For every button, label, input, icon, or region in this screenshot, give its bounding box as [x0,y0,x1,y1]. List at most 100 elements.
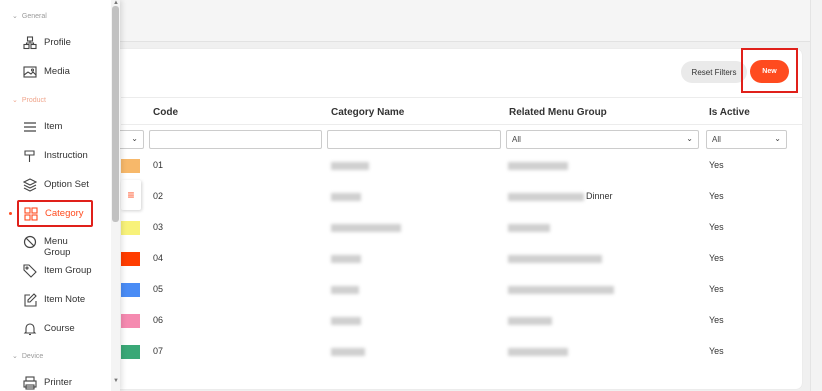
chevron-down-icon: ⌄ [774,134,781,143]
instruction-icon [24,150,35,162]
sidebar: ▲ ▼ ⌄ General Profile Media ⌄ Product Item… [0,0,120,391]
chevron-down-icon: ⌄ [12,13,18,20]
section-label: General [21,13,47,20]
image-icon [23,66,37,78]
column-header-is-active[interactable]: Is Active [709,107,750,118]
section-label: Device [21,353,44,360]
printer-icon [23,376,37,390]
blurred-text [331,224,401,232]
active-cell: Yes [709,253,724,263]
sidebar-item-label: Profile [44,37,71,48]
sidebar-item-printer[interactable]: Printer [17,370,93,391]
color-swatch [121,345,140,359]
code-cell: 03 [153,222,164,232]
table-row[interactable]: 02 Dinner Yes [121,182,802,213]
section-label: Product [21,97,46,104]
color-swatch [121,159,140,173]
sidebar-item-label: Course [44,323,75,334]
sidebar-item-label: Category [45,208,84,219]
sidebar-item-menu-group[interactable]: Menu Group [17,229,93,258]
code-filter-input[interactable] [149,130,322,149]
blurred-text [331,286,359,294]
sidebar-section-product[interactable]: ⌄ Product [12,96,46,104]
active-cell: Yes [709,160,724,170]
active-cell: Yes [709,191,724,201]
sidebar-item-course[interactable]: Course [17,316,93,342]
sidebar-item-item-group[interactable]: Item Group [17,258,93,284]
sidebar-item-label: Media [44,66,70,77]
chevron-down-icon: ⌄ [12,353,18,360]
sidebar-item-label: Item [44,121,63,132]
sidebar-item-label: Item Group [44,265,92,276]
sidebar-section-general[interactable]: ⌄ General [12,12,47,20]
menu-group-filter-select[interactable]: All ⌄ [506,130,699,149]
sidebar-item-instruction[interactable]: Instruction [17,143,93,169]
blurred-text [331,348,365,356]
page-scrollbar[interactable] [810,0,822,391]
tag-icon [23,264,37,278]
grid-icon [24,207,38,221]
sidebar-item-option-set[interactable]: Option Set [17,172,93,198]
code-cell: 07 [153,346,164,356]
sidebar-scrollbar-thumb[interactable] [112,6,119,222]
table-row[interactable]: 01 Yes [121,151,802,182]
sidebar-section-device[interactable]: ⌄ Device [12,352,43,360]
header-divider [121,124,802,125]
is-active-filter-select[interactable]: All ⌄ [706,130,787,149]
sidebar-item-item-note[interactable]: Item Note [17,287,93,313]
blurred-text [508,348,568,356]
code-cell: 06 [153,315,164,325]
active-cell: Yes [709,315,724,325]
sidebar-item-category[interactable]: Category [17,200,93,227]
sidebar-item-profile[interactable]: Profile [17,30,93,56]
blurred-text [331,193,361,201]
column-header-category-name[interactable]: Category Name [331,107,404,118]
chevron-down-icon: ⌄ [12,97,18,104]
code-cell: 01 [153,160,164,170]
table-row[interactable]: 05 Yes [121,275,802,306]
list-icon [24,122,36,132]
sidebar-item-label: Item Note [44,294,86,305]
blurred-text [331,162,369,170]
column-header-code[interactable]: Code [153,107,178,118]
blurred-text [508,255,602,263]
color-swatch [121,314,140,328]
blurred-text [331,255,361,263]
bell-icon [23,323,37,336]
category-name-filter-input[interactable] [327,130,501,149]
code-cell: 04 [153,253,164,263]
color-swatch [121,252,140,266]
row-menu-button[interactable]: ≡ [121,180,141,210]
sidebar-item-label: Instruction [44,150,88,161]
layers-icon [23,178,37,192]
blurred-text [508,193,584,201]
chevron-down-icon: ⌄ [131,134,138,143]
menu-group-filter-value: All [512,135,521,144]
sidebar-item-label: Option Set [44,179,89,190]
table-row[interactable]: 06 Yes [121,306,802,337]
menu-group-cell: Dinner [586,191,613,201]
sidebar-item-media[interactable]: Media [17,59,93,85]
scroll-up-arrow-icon[interactable]: ▲ [113,0,119,6]
table-row[interactable]: 03 Yes [121,213,802,244]
reset-filters-button[interactable]: Reset Filters [681,61,747,83]
sidebar-item-label: Printer [44,377,72,388]
no-entry-icon [23,235,37,249]
color-swatch [121,283,140,297]
column-header-related-menu-group[interactable]: Related Menu Group [509,107,607,118]
scroll-down-arrow-icon[interactable]: ▼ [113,378,119,384]
header-divider [121,97,802,98]
blurred-text [508,162,568,170]
is-active-filter-value: All [712,135,721,144]
color-swatch [121,221,140,235]
hamburger-icon: ≡ [127,188,135,202]
sidebar-item-label: Menu Group [44,236,71,258]
profile-icon [23,36,37,50]
blurred-text [508,286,614,294]
active-cell: Yes [709,222,724,232]
sidebar-item-item[interactable]: Item [17,114,93,140]
chevron-down-icon: ⌄ [686,134,693,143]
table-row[interactable]: 07 Yes [121,337,802,368]
table-row[interactable]: 04 Yes [121,244,802,275]
edit-icon [24,293,37,307]
